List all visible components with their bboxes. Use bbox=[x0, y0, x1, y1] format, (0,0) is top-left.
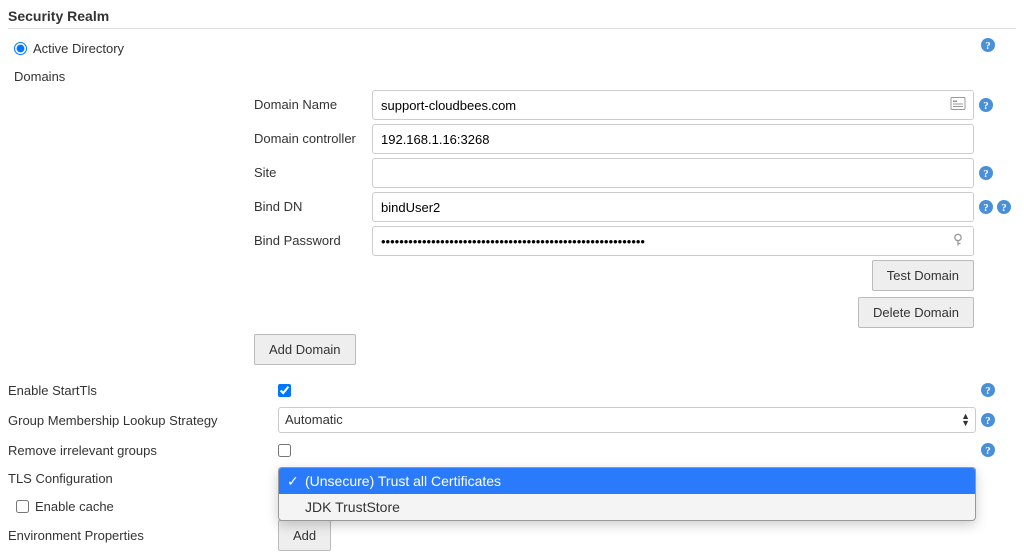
svg-text:?: ? bbox=[985, 40, 991, 52]
domain-controller-input[interactable] bbox=[372, 124, 974, 154]
section-title: Security Realm bbox=[8, 4, 1016, 29]
add-button[interactable]: Add bbox=[278, 520, 331, 551]
active-directory-label: Active Directory bbox=[33, 41, 124, 56]
autofill-icon bbox=[950, 96, 966, 115]
svg-text:?: ? bbox=[1001, 202, 1007, 214]
site-input[interactable] bbox=[372, 158, 974, 188]
site-label: Site bbox=[254, 158, 372, 188]
bind-password-label: Bind Password bbox=[254, 226, 372, 256]
tls-config-dropdown: (Unsecure) Trust all Certificates JDK Tr… bbox=[278, 467, 976, 521]
domains-label: Domains bbox=[8, 65, 1016, 90]
test-domain-button[interactable]: Test Domain bbox=[872, 260, 974, 291]
enable-cache-label: Enable cache bbox=[35, 499, 114, 514]
domain-name-input[interactable] bbox=[372, 90, 974, 120]
svg-text:?: ? bbox=[983, 202, 989, 214]
help-icon[interactable]: ? bbox=[978, 199, 994, 215]
tls-option-unsecure[interactable]: (Unsecure) Trust all Certificates bbox=[279, 468, 975, 494]
bind-dn-input[interactable] bbox=[372, 192, 974, 222]
help-icon[interactable]: ? bbox=[996, 199, 1012, 215]
enable-cache-checkbox[interactable] bbox=[16, 500, 29, 513]
domain-controller-label: Domain controller bbox=[254, 124, 372, 154]
svg-text:?: ? bbox=[985, 415, 991, 427]
remove-irrelevant-checkbox[interactable] bbox=[278, 444, 291, 457]
help-icon[interactable]: ? bbox=[978, 97, 994, 113]
tls-config-label: TLS Configuration bbox=[8, 467, 278, 486]
active-directory-radio[interactable] bbox=[14, 42, 27, 55]
svg-text:?: ? bbox=[985, 445, 991, 457]
add-domain-button[interactable]: Add Domain bbox=[254, 334, 356, 365]
bind-password-input[interactable] bbox=[372, 226, 974, 256]
env-props-label: Environment Properties bbox=[8, 528, 278, 543]
group-strategy-select[interactable]: Automatic bbox=[278, 407, 976, 433]
bind-dn-label: Bind DN bbox=[254, 192, 372, 222]
help-icon[interactable]: ? bbox=[980, 412, 996, 428]
domain-name-label: Domain Name bbox=[254, 90, 372, 120]
svg-text:?: ? bbox=[983, 168, 989, 180]
help-icon[interactable]: ? bbox=[980, 442, 996, 458]
help-icon[interactable]: ? bbox=[978, 165, 994, 181]
help-icon[interactable]: ? bbox=[980, 37, 996, 53]
tls-option-jdk[interactable]: JDK TrustStore bbox=[279, 494, 975, 520]
remove-irrelevant-label: Remove irrelevant groups bbox=[8, 443, 278, 458]
help-icon[interactable]: ? bbox=[980, 382, 996, 398]
enable-starttls-label: Enable StartTls bbox=[8, 383, 278, 398]
enable-starttls-checkbox[interactable] bbox=[278, 384, 291, 397]
delete-domain-button[interactable]: Delete Domain bbox=[858, 297, 974, 328]
key-icon bbox=[950, 232, 966, 251]
svg-text:?: ? bbox=[985, 385, 991, 397]
svg-text:?: ? bbox=[983, 100, 989, 112]
group-strategy-label: Group Membership Lookup Strategy bbox=[8, 413, 278, 428]
